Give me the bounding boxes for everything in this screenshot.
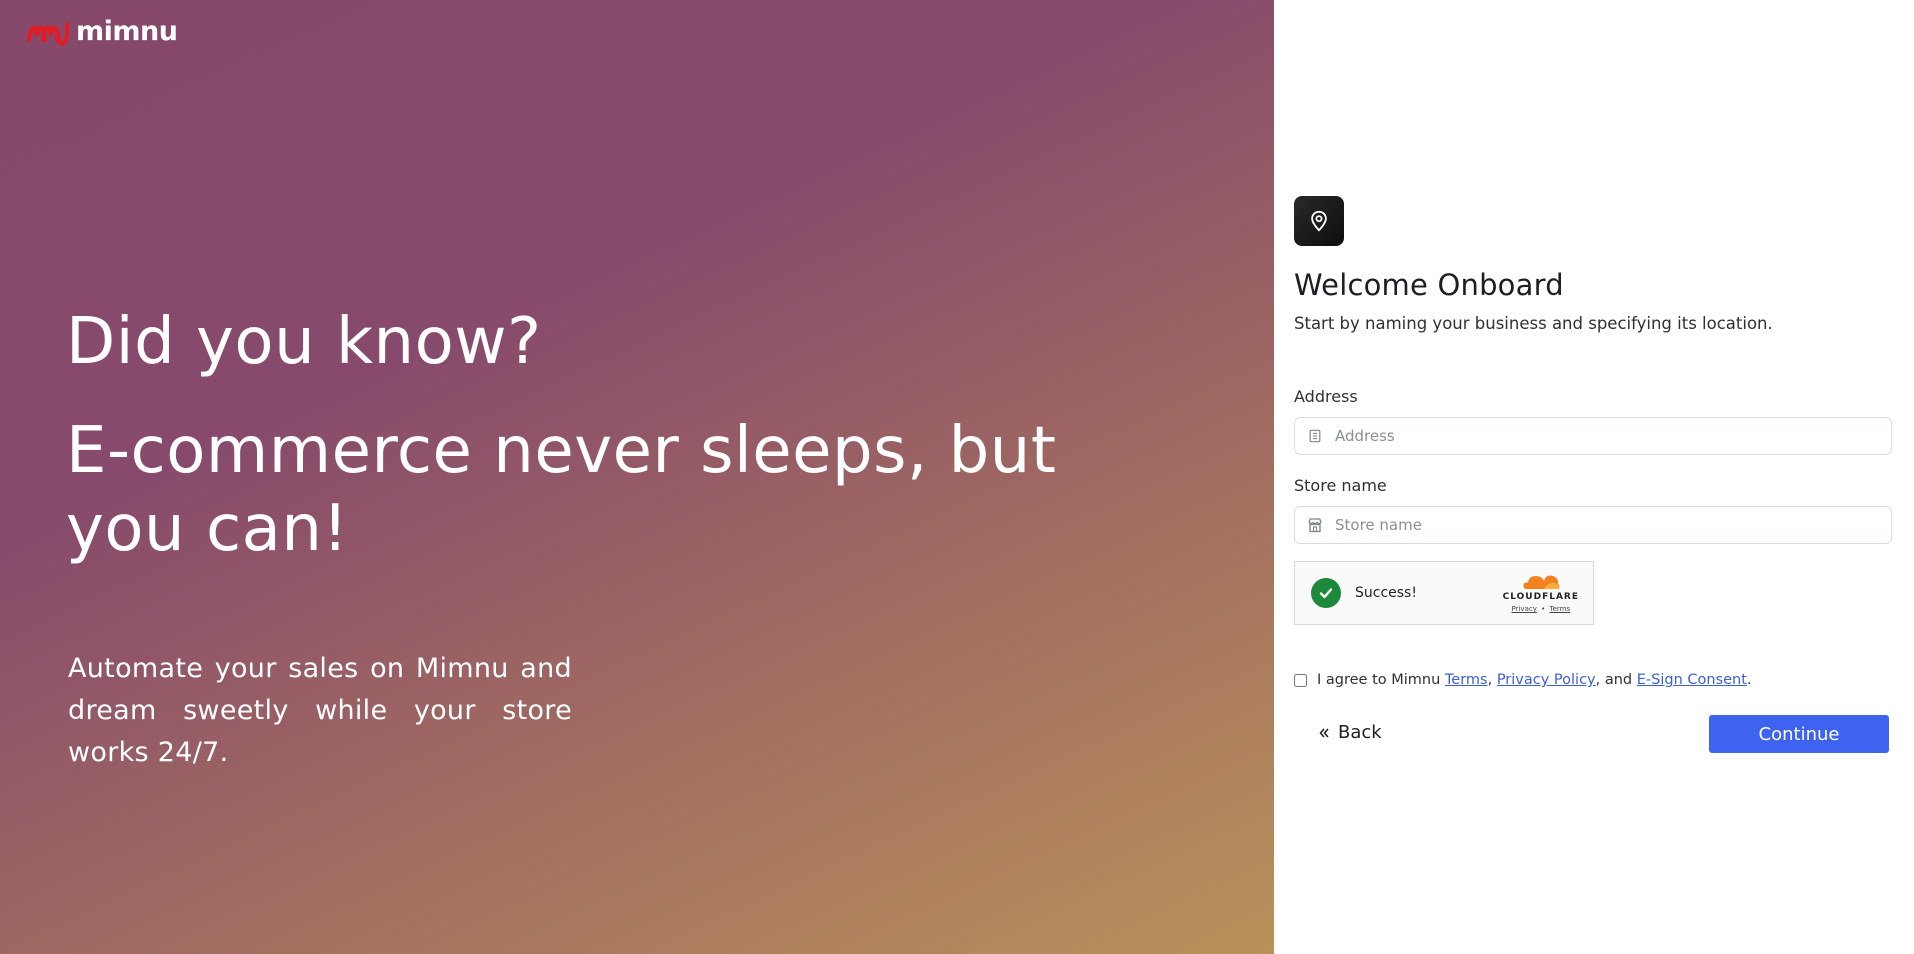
continue-button[interactable]: Continue [1709, 715, 1889, 753]
captcha-terms-link[interactable]: Terms [1549, 605, 1570, 613]
agree-comma: , [1487, 672, 1497, 688]
cloudflare-branding: CLOUDFLARE Privacy • Terms [1503, 572, 1579, 613]
captcha-widget[interactable]: Success! CLOUDFLARE Privacy • Terms [1294, 561, 1594, 625]
mimnu-logo-mark-icon [27, 22, 69, 46]
logo[interactable]: mimnu [26, 14, 178, 48]
logo-text: mimnu [76, 15, 178, 47]
store-name-input[interactable] [1335, 516, 1891, 534]
agree-prefix: I agree to Mimnu [1317, 672, 1445, 688]
agree-checkbox[interactable] [1294, 673, 1307, 687]
onboarding-panel: Welcome Onboard Start by naming your bus… [1274, 0, 1914, 954]
agree-suffix: . [1746, 672, 1752, 688]
promo-panel: mimnu Did you know? E-commerce never sle… [0, 0, 1274, 954]
terms-link[interactable]: Terms [1445, 672, 1488, 688]
double-chevron-left-icon [1319, 728, 1329, 737]
captcha-links: Privacy • Terms [1503, 605, 1579, 613]
location-pin-icon [1311, 210, 1327, 232]
address-input[interactable] [1335, 427, 1891, 445]
captcha-separator: • [1541, 605, 1546, 613]
agreement-row: I agree to Mimnu Terms , Privacy Policy … [1294, 672, 1752, 688]
cloudflare-cloud-icon [1523, 575, 1560, 589]
store-name-field[interactable] [1294, 506, 1892, 544]
page-title: Welcome Onboard [1294, 268, 1564, 302]
store-name-label: Store name [1294, 476, 1387, 495]
captcha-privacy-link[interactable]: Privacy [1512, 605, 1537, 613]
hero-question: Did you know? [66, 305, 542, 379]
address-label: Address [1294, 387, 1358, 406]
storefront-icon [1295, 517, 1335, 533]
page-subtitle: Start by naming your business and specif… [1294, 314, 1773, 333]
hero-headline: E-commerce never sleeps, but you can! [66, 414, 1057, 566]
captcha-status: Success! [1355, 585, 1417, 601]
building-icon [1295, 429, 1335, 443]
back-label: Back [1338, 722, 1382, 743]
hero-body: Automate your sales on Mimnu and dream s… [68, 653, 572, 768]
check-circle-icon [1311, 578, 1341, 608]
cloudflare-wordmark: CLOUDFLARE [1502, 592, 1579, 602]
privacy-policy-link[interactable]: Privacy Policy [1497, 672, 1596, 688]
address-field[interactable] [1294, 417, 1892, 455]
location-badge [1294, 196, 1344, 246]
back-button[interactable]: Back [1318, 722, 1382, 743]
esign-consent-link[interactable]: E-Sign Consent [1637, 672, 1747, 688]
agree-and: , and [1595, 672, 1637, 688]
